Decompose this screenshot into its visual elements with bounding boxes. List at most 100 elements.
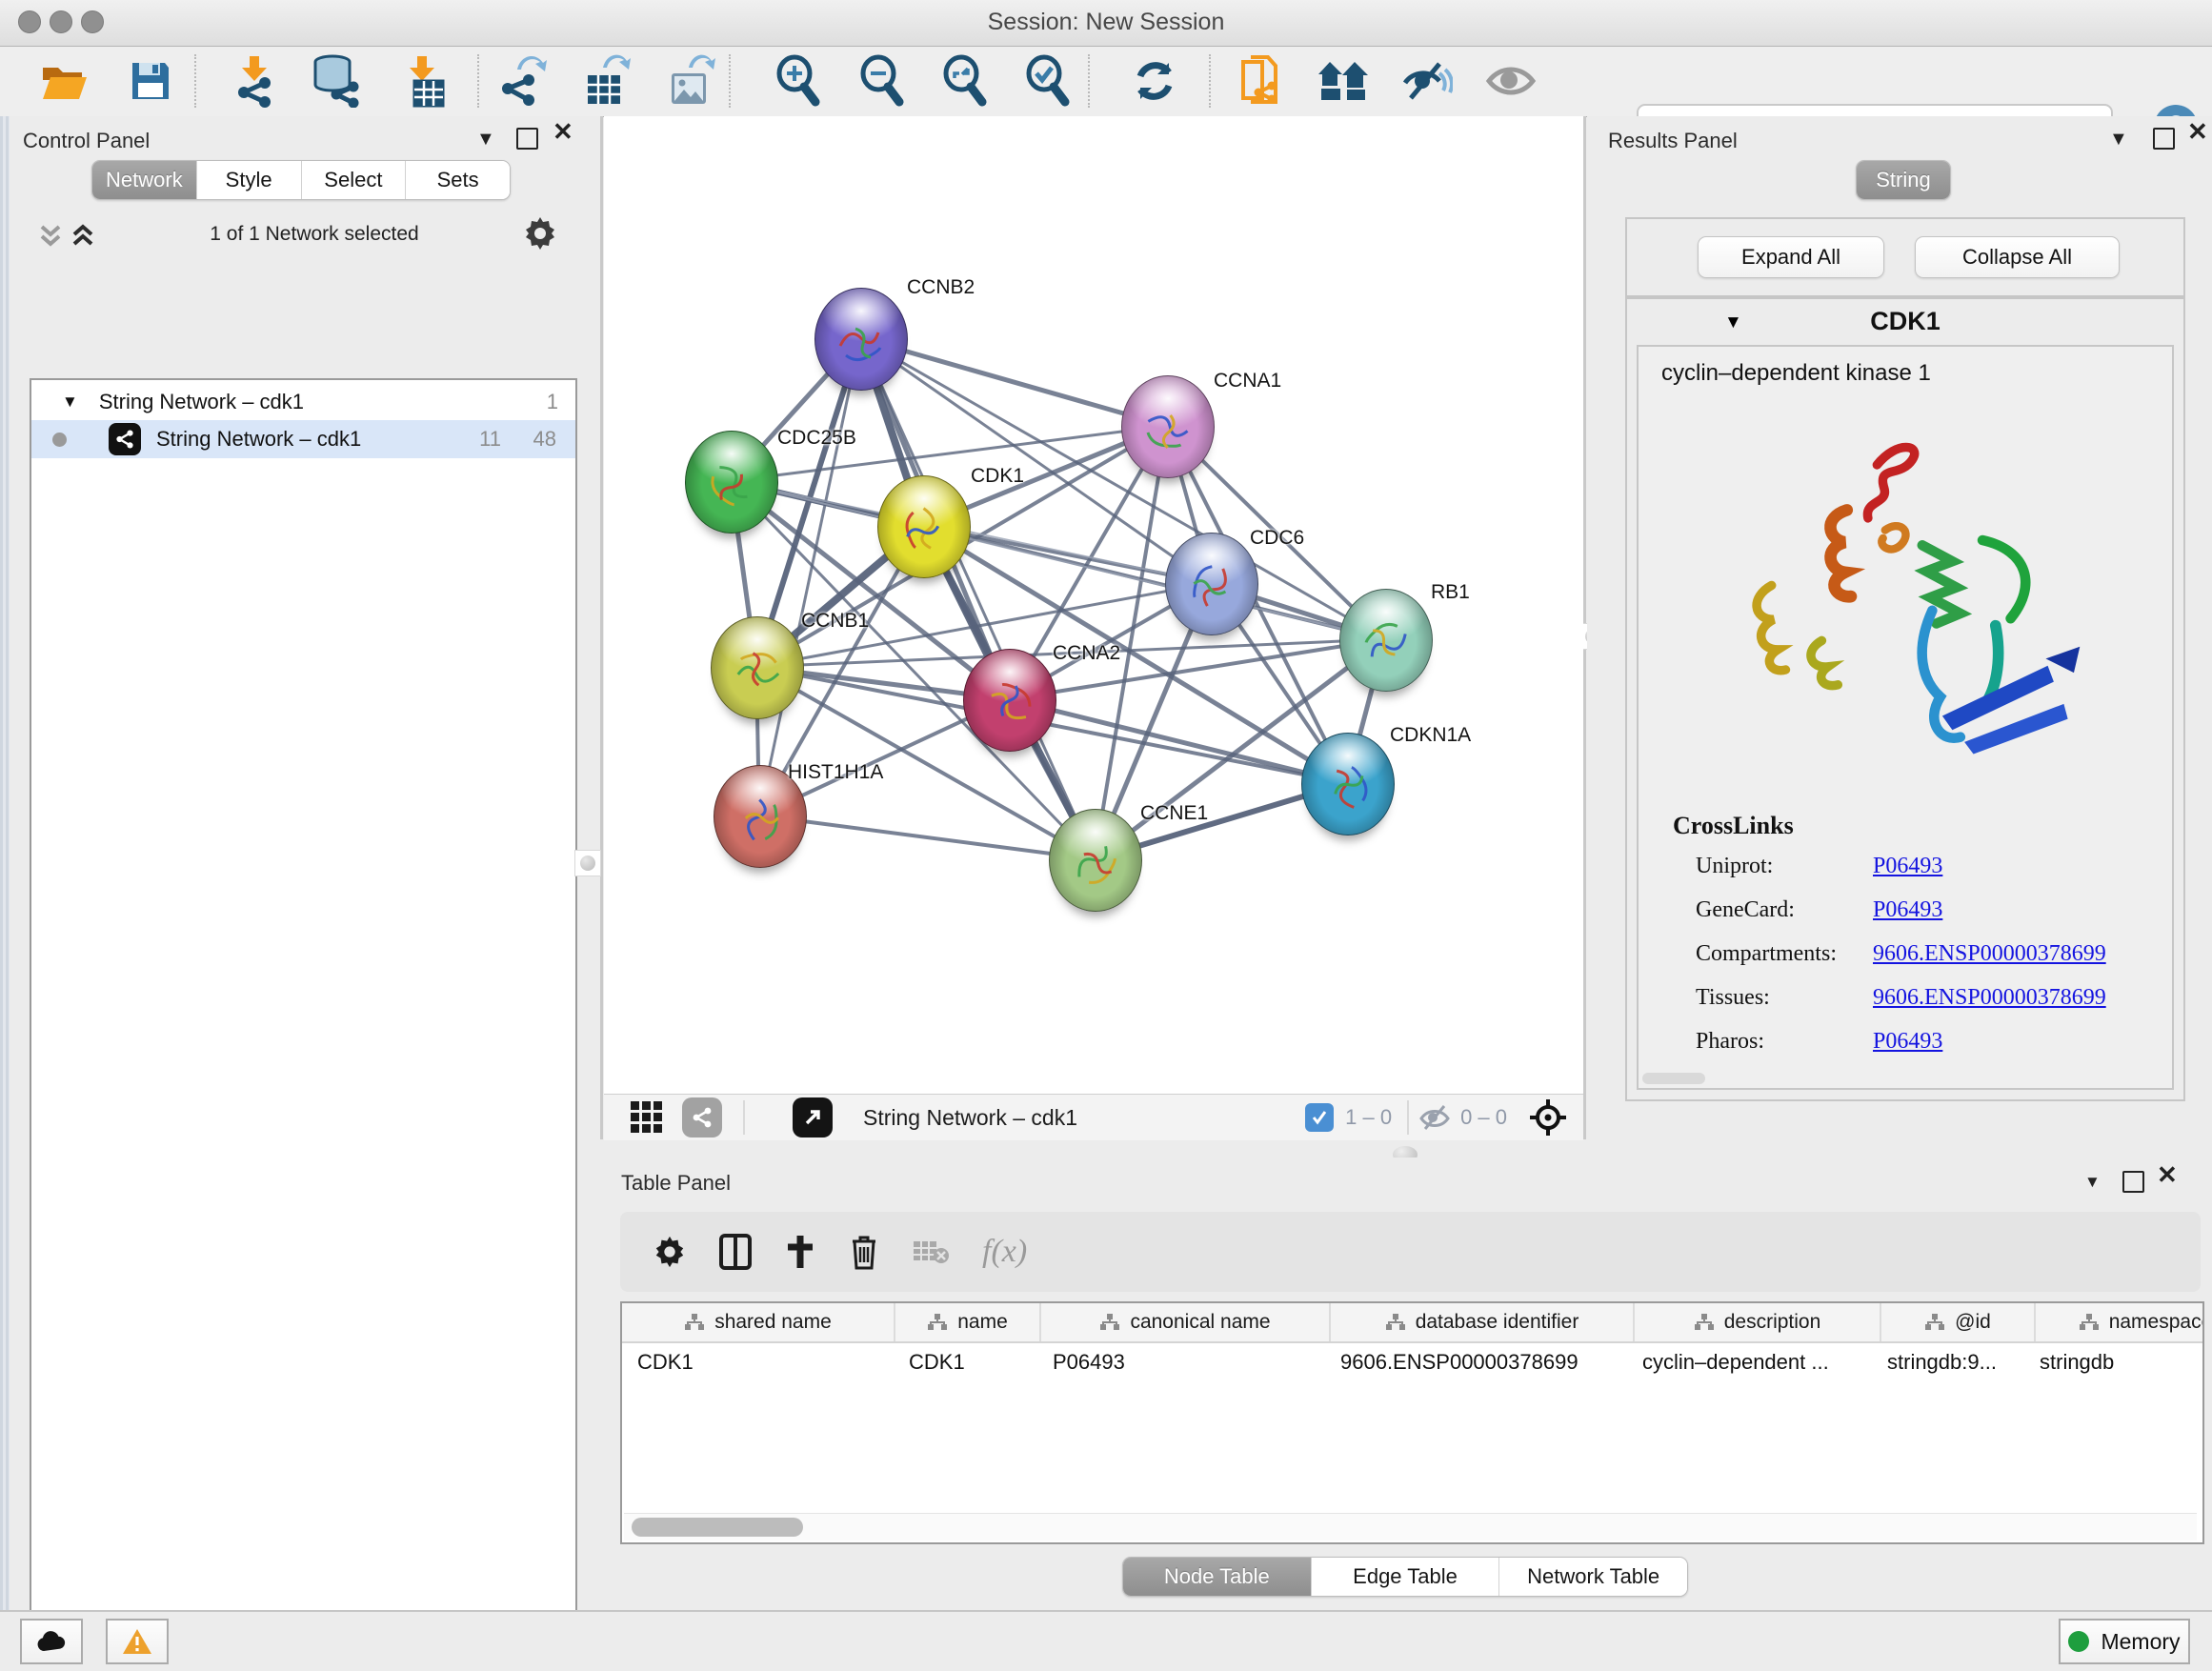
hide-selected-eye-icon[interactable] (1400, 54, 1454, 108)
show-all-homes-icon[interactable] (1317, 54, 1370, 108)
selected-checkbox-icon[interactable] (1305, 1103, 1334, 1132)
network-node-ccne1[interactable] (1049, 809, 1142, 912)
table-cell[interactable]: P06493 (1037, 1343, 1325, 1381)
float-panel-icon[interactable]: ▼ (2084, 1173, 2101, 1192)
birds-eye-grid-icon[interactable] (629, 1099, 665, 1136)
zoom-selected-icon[interactable] (1021, 54, 1075, 108)
network-share-icon[interactable] (682, 1097, 722, 1137)
edge-line[interactable] (759, 338, 860, 815)
column-header--id[interactable]: @id (1881, 1303, 2036, 1341)
table-cell[interactable]: 9606.ENSP00000378699 (1325, 1343, 1627, 1381)
panel-scrollbar-fragment[interactable] (1642, 1073, 1705, 1084)
tab-node-table[interactable]: Node Table (1123, 1558, 1311, 1596)
column-header-namespace[interactable]: namespace (2036, 1303, 2204, 1341)
save-session-icon[interactable] (124, 54, 177, 108)
refresh-icon[interactable] (1128, 54, 1181, 108)
expand-all-button[interactable]: Expand All (1698, 236, 1884, 278)
tab-style[interactable]: Style (196, 161, 301, 199)
collapse-all-tree-icon[interactable] (36, 221, 65, 250)
options-gear-icon[interactable] (522, 215, 558, 252)
edge-line[interactable] (860, 338, 1095, 859)
toolbar-separator (729, 54, 731, 108)
close-panel-icon[interactable]: ✕ (2187, 122, 2208, 141)
crosslinks-heading: CrossLinks (1673, 812, 1794, 840)
zoom-in-icon[interactable] (772, 54, 825, 108)
import-table-file-icon[interactable] (395, 54, 449, 108)
network-canvas[interactable]: CCNB2CCNA1CDC25BCDK1CDC6RB1CCNB1CCNA2CDK… (604, 116, 1583, 1094)
scrollbar-thumb[interactable] (632, 1518, 803, 1537)
memory-button[interactable]: Memory (2059, 1619, 2190, 1664)
tab-network-table[interactable]: Network Table (1498, 1558, 1687, 1596)
crosslink-link[interactable]: 9606.ENSP00000378699 (1873, 985, 2106, 1011)
copy-network-icon[interactable] (1233, 54, 1286, 108)
tab-string[interactable]: String (1857, 161, 1950, 199)
network-collection-row[interactable]: ▼ String Network – cdk1 1 (31, 384, 575, 420)
left-splitter[interactable] (600, 116, 603, 1139)
crosslink-link[interactable]: 9606.ENSP00000378699 (1873, 941, 2106, 967)
crosslink-link[interactable]: P06493 (1873, 1029, 1942, 1055)
network-node-ccnb2[interactable] (814, 288, 908, 391)
tab-sets[interactable]: Sets (405, 161, 510, 199)
table-panel-title: Table Panel (621, 1171, 731, 1196)
maximize-panel-icon[interactable] (2153, 128, 2175, 150)
tab-network[interactable]: Network (92, 161, 196, 199)
network-row-selected[interactable]: String Network – cdk1 11 48 (31, 420, 575, 458)
hidden-eye-icon[interactable] (1418, 1103, 1451, 1132)
table-horizontal-scrollbar[interactable] (624, 1513, 2197, 1540)
table-gear-icon[interactable] (653, 1235, 687, 1269)
show-eye-icon[interactable] (1484, 54, 1538, 108)
close-panel-icon[interactable]: ✕ (553, 122, 573, 141)
crosslink-link[interactable]: P06493 (1873, 897, 1942, 923)
table-cell[interactable]: stringdb (2024, 1343, 2204, 1381)
maximize-panel-icon[interactable] (516, 128, 538, 150)
tab-select[interactable]: Select (301, 161, 406, 199)
fit-selected-crosshair-icon[interactable] (1528, 1097, 1568, 1137)
expand-all-tree-icon[interactable] (69, 221, 97, 250)
network-node-cdk1[interactable] (877, 475, 971, 578)
network-node-cdc25b[interactable] (685, 431, 778, 534)
table-cell[interactable]: cyclin–dependent ... (1627, 1343, 1872, 1381)
import-network-database-icon[interactable] (309, 54, 362, 108)
float-panel-icon[interactable]: ▼ (2109, 130, 2128, 149)
warning-button[interactable] (106, 1619, 169, 1664)
table-cell[interactable]: CDK1 (894, 1343, 1037, 1381)
import-network-file-icon[interactable] (229, 54, 282, 108)
export-network-icon[interactable] (495, 54, 549, 108)
column-header-description[interactable]: description (1635, 1303, 1881, 1341)
tree-expand-icon[interactable]: ▼ (62, 393, 78, 412)
table-row[interactable]: CDK1CDK1P064939606.ENSP00000378699cyclin… (622, 1343, 2202, 1381)
maximize-panel-icon[interactable] (2122, 1171, 2144, 1193)
zoom-fit-icon[interactable] (938, 54, 992, 108)
open-in-new-window-icon[interactable] (793, 1097, 833, 1137)
node-label-cdc6: CDC6 (1250, 527, 1304, 550)
network-node-cdkn1a[interactable] (1301, 733, 1395, 836)
column-header-database-identifier[interactable]: database identifier (1331, 1303, 1635, 1341)
network-node-ccna2[interactable] (963, 649, 1056, 752)
column-header-canonical-name[interactable]: canonical name (1041, 1303, 1331, 1341)
node-table[interactable]: shared namenamecanonical namedatabase id… (620, 1301, 2204, 1544)
crosslink-link[interactable]: P06493 (1873, 854, 1942, 879)
export-table-icon[interactable] (579, 54, 633, 108)
show-columns-icon[interactable] (719, 1234, 752, 1270)
network-node-cdc6[interactable] (1165, 533, 1258, 635)
close-panel-icon[interactable]: ✕ (2157, 1165, 2178, 1184)
column-header-name[interactable]: name (895, 1303, 1041, 1341)
table-cell[interactable]: stringdb:9... (1872, 1343, 2024, 1381)
tab-edge-table[interactable]: Edge Table (1311, 1558, 1499, 1596)
network-node-rb1[interactable] (1339, 589, 1433, 692)
cloud-button[interactable] (20, 1619, 83, 1664)
column-header-shared-name[interactable]: shared name (622, 1303, 895, 1341)
collapse-all-button[interactable]: Collapse All (1915, 236, 2120, 278)
zoom-out-icon[interactable] (855, 54, 909, 108)
table-cell[interactable]: CDK1 (622, 1343, 894, 1381)
left-splitter-handle[interactable] (574, 850, 601, 876)
open-session-icon[interactable] (38, 54, 91, 108)
add-column-icon[interactable] (784, 1234, 816, 1270)
delete-column-icon[interactable] (849, 1234, 879, 1270)
float-panel-icon[interactable]: ▼ (476, 130, 495, 149)
protein-thumbnail (1183, 558, 1240, 615)
edge-line[interactable] (759, 815, 1095, 859)
export-image-icon[interactable] (663, 54, 716, 108)
network-node-ccna1[interactable] (1121, 375, 1215, 478)
network-node-ccnb1[interactable] (711, 616, 804, 719)
